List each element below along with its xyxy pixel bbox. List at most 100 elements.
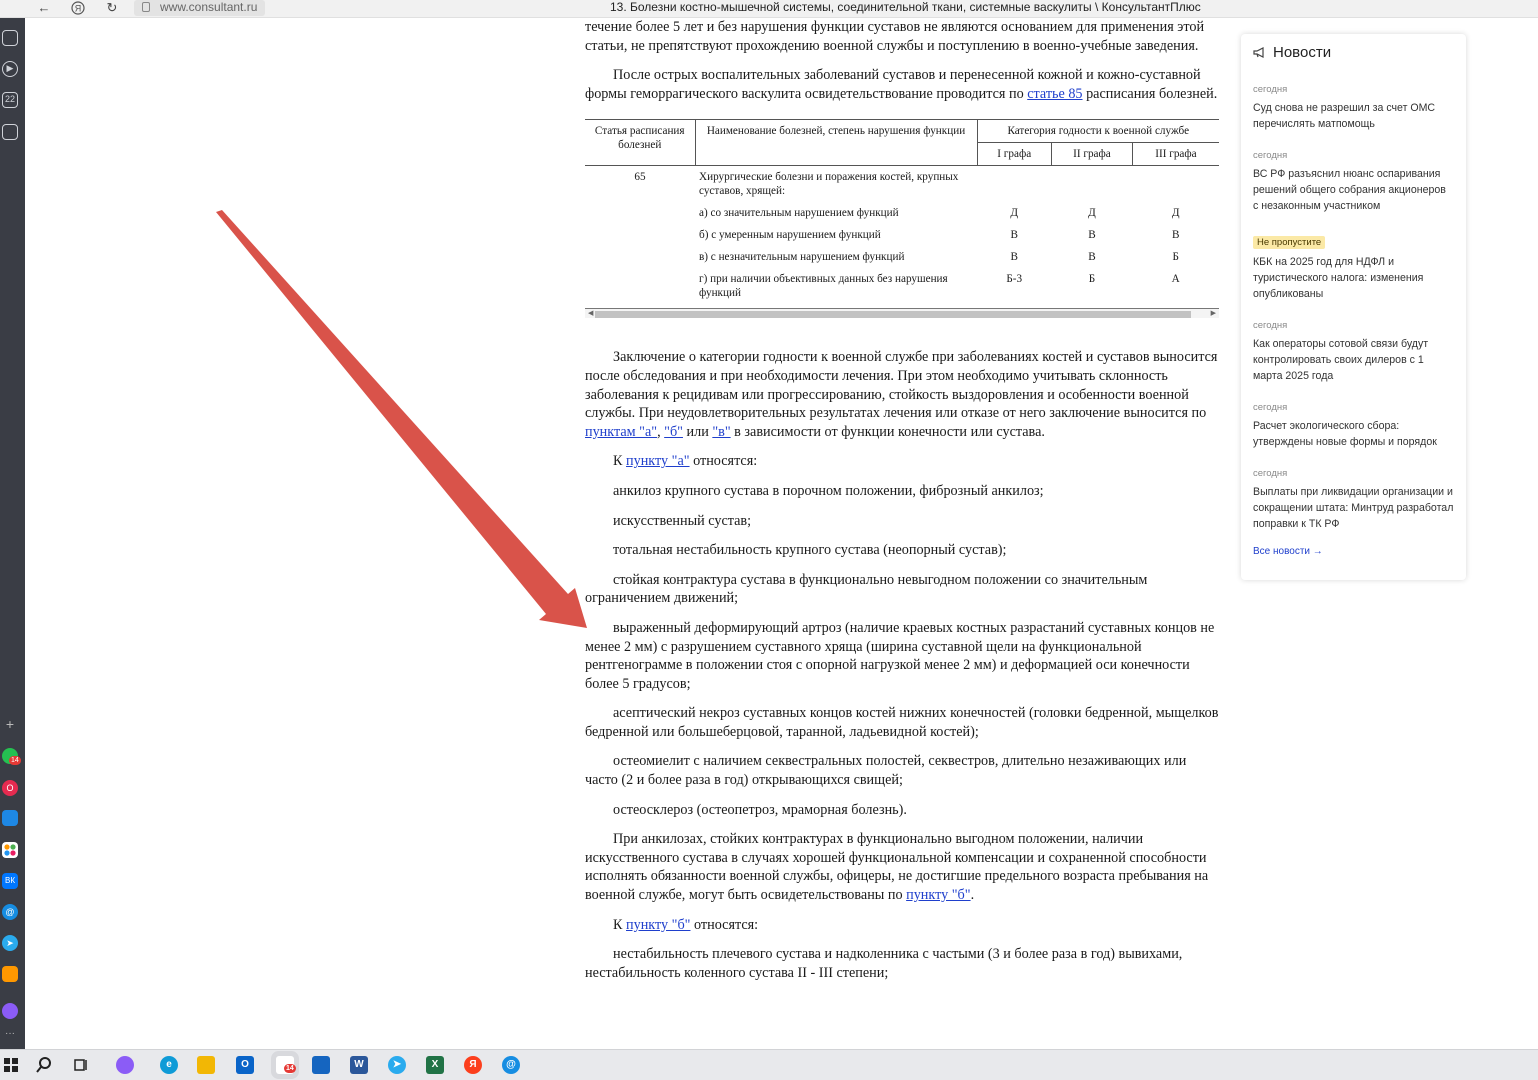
list-item: тотальная нестабильность крупного сустав…: [613, 542, 1007, 559]
calendar-icon[interactable]: 22: [2, 92, 18, 108]
disease-item: г) при наличии объективных данных без на…: [699, 273, 948, 300]
ok-icon[interactable]: [2, 966, 18, 982]
windows-start-icon[interactable]: [2, 1056, 20, 1074]
yandex-icon[interactable]: Я: [68, 0, 88, 18]
fitness-category-table: Статья расписания болезней Наименование …: [585, 119, 1219, 304]
telegram-icon[interactable]: ➤: [2, 935, 18, 951]
news-text[interactable]: Как операторы сотовой связи будут контро…: [1253, 336, 1454, 384]
news-item[interactable]: сегодня Суд снова не разрешил за счет ОМ…: [1253, 84, 1454, 132]
news-text[interactable]: Суд снова не разрешил за счет ОМС перечи…: [1253, 100, 1454, 132]
more-icon[interactable]: ···: [2, 1026, 18, 1042]
col-category-header: Категория годности к военной службе: [976, 119, 1219, 143]
opera-icon[interactable]: O: [2, 780, 18, 796]
vk-icon[interactable]: ВК: [2, 873, 18, 889]
task-view-icon[interactable]: [72, 1056, 90, 1074]
left-sidebar: ▶ 22 + 14 O ВК @ ➤ ···: [0, 18, 25, 1049]
whatsapp-badge: 14: [9, 756, 21, 765]
grafa-2-value: В: [1088, 251, 1096, 264]
news-badge: Не пропустите: [1253, 236, 1326, 249]
bookmarks-icon[interactable]: [2, 30, 18, 46]
address-bar[interactable]: www.consultant.ru: [134, 0, 266, 16]
lock-icon: [142, 2, 150, 12]
list-item: нестабильность плечевого сустава и надко…: [585, 946, 1183, 981]
excel-icon[interactable]: X: [426, 1056, 444, 1074]
table-row: б) с умеренным нарушением функций В В В: [585, 224, 1219, 246]
col-grafa-3: III графа: [1131, 142, 1219, 166]
grafa-2-value: Б: [1088, 273, 1096, 286]
article-number: 65: [634, 171, 646, 184]
document-body: течение более 5 лет и без нарушения функ…: [585, 18, 1220, 993]
telegram-taskbar-icon[interactable]: ➤: [388, 1056, 406, 1074]
list-item: стойкая контрактура сустава в функционал…: [585, 571, 1148, 607]
grafa-3-value: А: [1171, 273, 1180, 286]
whatsapp-icon[interactable]: 14: [2, 748, 21, 765]
grafa-1-value: В: [1010, 229, 1018, 242]
disease-item: а) со значительным нарушением функций: [699, 207, 899, 220]
yandex-taskbar-icon[interactable]: Я: [464, 1056, 482, 1074]
app-icon[interactable]: [2, 810, 18, 826]
paragraph: Заключение о категории годности к военно…: [585, 349, 1218, 440]
news-text[interactable]: Расчет экологического сбора: утверждены …: [1253, 418, 1454, 450]
grafa-1-value: Д: [1010, 207, 1019, 220]
add-icon[interactable]: +: [2, 716, 18, 732]
punkt-a-link[interactable]: пунктам "а": [585, 424, 657, 440]
mail-taskbar-icon[interactable]: @: [502, 1056, 520, 1074]
grafa-1-value: Б-3: [1006, 273, 1023, 286]
camera-icon[interactable]: [2, 124, 18, 140]
news-text[interactable]: КБК на 2025 год для НДФЛ и туристическог…: [1253, 254, 1454, 302]
table-row: в) с незначительным нарушением функций В…: [585, 246, 1219, 268]
scrollbar-thumb[interactable]: [595, 311, 1191, 319]
news-item[interactable]: сегодня Как операторы сотовой связи буду…: [1253, 320, 1454, 384]
punkt-b-link[interactable]: пункту "б": [626, 917, 690, 933]
taskbar-badge: 14: [284, 1064, 296, 1073]
search-icon[interactable]: [35, 1056, 53, 1074]
article-85-link[interactable]: статье 85: [1027, 86, 1082, 102]
news-header: Новости: [1253, 44, 1454, 66]
paragraph: течение более 5 лет и без нарушения функ…: [585, 19, 1205, 54]
table-horizontal-scrollbar[interactable]: ◀ ▶: [585, 308, 1219, 319]
punkt-a-link[interactable]: пункту "а": [626, 453, 690, 469]
file-explorer-icon[interactable]: [197, 1056, 215, 1074]
paragraph: К пункту "б" относятся:: [613, 916, 759, 933]
news-item[interactable]: сегодня ВС РФ разъяснил нюанс оспаривани…: [1253, 150, 1454, 214]
video-icon[interactable]: ▶: [2, 61, 18, 77]
reload-icon[interactable]: ↻: [102, 0, 122, 18]
grafa-3-value: В: [1171, 229, 1180, 242]
scroll-left-arrow-icon[interactable]: ◀: [588, 309, 593, 318]
disease-item: в) с незначительным нарушением функций: [699, 251, 905, 264]
news-item[interactable]: сегодня Расчет экологического сбора: утв…: [1253, 402, 1454, 450]
list-item: выраженный деформирующий артроз (наличие…: [585, 619, 1215, 692]
alice-icon[interactable]: [2, 1003, 18, 1019]
page-title: 13. Болезни костно-мышечной системы, сое…: [610, 0, 1201, 14]
paragraph: При анкилозах, стойких контрактурах в фу…: [585, 831, 1209, 904]
table-row: г) при наличии объективных данных без на…: [585, 268, 1219, 304]
news-text[interactable]: ВС РФ разъяснил нюанс оспаривания решени…: [1253, 166, 1454, 214]
yandex-browser-taskbar-icon[interactable]: 14: [276, 1056, 296, 1074]
word-icon[interactable]: W: [350, 1056, 368, 1074]
url-text: www.consultant.ru: [160, 0, 258, 14]
apps-grid-icon[interactable]: [2, 842, 18, 858]
col-grafa-2: II графа: [1050, 142, 1133, 166]
mail-icon[interactable]: @: [2, 904, 18, 920]
news-text[interactable]: Выплаты при ликвидации организации и сок…: [1253, 484, 1454, 532]
back-icon[interactable]: ←: [34, 0, 54, 18]
app-taskbar-icon[interactable]: [312, 1056, 330, 1074]
paragraph: После острых воспалительных заболеваний …: [585, 67, 1218, 102]
edge-icon[interactable]: e: [160, 1056, 178, 1074]
table-row: 65 Хирургические болезни и поражения кос…: [585, 166, 1219, 203]
scroll-right-arrow-icon[interactable]: ▶: [1211, 309, 1216, 318]
list-item: искусственный сустав;: [613, 512, 752, 529]
alice-taskbar-icon[interactable]: [116, 1056, 134, 1074]
outlook-icon[interactable]: O: [236, 1056, 254, 1074]
col-disease-header: Наименование болезней, степень нарушения…: [694, 119, 977, 166]
news-item[interactable]: сегодня Выплаты при ликвидации организац…: [1253, 468, 1454, 532]
arrow-shape: [216, 210, 587, 628]
punkt-b-link[interactable]: "б": [664, 424, 683, 440]
all-news-link[interactable]: Все новости →: [1253, 546, 1454, 557]
punkt-v-link[interactable]: "в": [712, 424, 730, 440]
punkt-b-link[interactable]: пункту "б": [906, 887, 970, 903]
news-item[interactable]: Не пропустите КБК на 2025 год для НДФЛ и…: [1253, 232, 1454, 302]
grafa-3-value: Д: [1171, 207, 1180, 220]
list-item: остеосклероз (остеопетроз, мраморная бол…: [613, 801, 907, 818]
disease-heading: Хирургические болезни и поражения костей…: [699, 171, 959, 198]
